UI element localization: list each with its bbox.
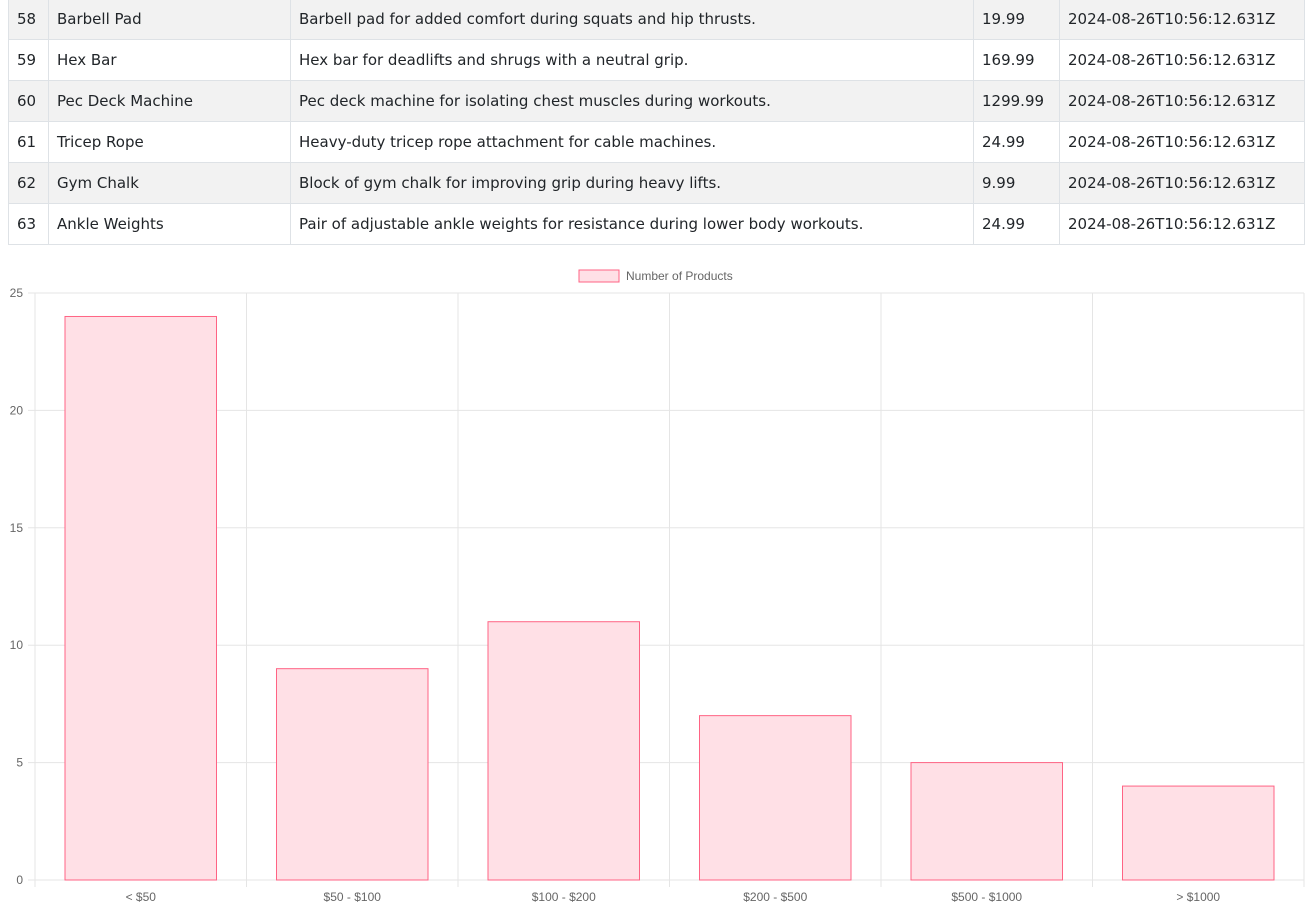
cell-description: Barbell pad for added comfort during squ… — [290, 0, 974, 40]
bar — [487, 621, 640, 881]
y-tick-label: 25 — [10, 286, 24, 300]
cell-description: Block of gym chalk for improving grip du… — [290, 162, 974, 204]
legend-label: Number of Products — [626, 269, 733, 283]
cell-id: 61 — [8, 121, 49, 163]
bar — [64, 315, 217, 881]
products-table: 58 Barbell Pad Barbell pad for added comfo… — [8, 0, 1305, 245]
bar-chart-svg: 0 5 10 15 20 25 < $50 $50 - $100 $100 - $200 $200… — [10, 269, 1305, 904]
table-row: 59 Hex Bar Hex bar for deadlifts and shrug… — [8, 39, 1305, 81]
y-tick-label: 5 — [16, 756, 23, 770]
x-tick-label: $500 - $1000 — [951, 890, 1022, 904]
table-row: 62 Gym Chalk Block of gym chalk for improv… — [8, 162, 1305, 204]
cell-description: Hex bar for deadlifts and shrugs with a … — [290, 39, 974, 81]
cell-price: 1299.99 — [973, 80, 1060, 122]
x-tick-label: $50 - $100 — [324, 890, 382, 904]
legend-swatch — [578, 269, 620, 283]
y-tick-label: 20 — [10, 403, 24, 417]
table-row: 58 Barbell Pad Barbell pad for added comfo… — [8, 0, 1305, 40]
table-row: 63 Ankle Weights Pair of adjustable ankle … — [8, 203, 1305, 245]
y-tick-label: 10 — [10, 638, 24, 652]
y-tick-label: 0 — [16, 873, 23, 887]
cell-id: 59 — [8, 39, 49, 81]
cell-id: 60 — [8, 80, 49, 122]
cell-created-at: 2024-08-26T10:56:12.631Z — [1059, 80, 1305, 122]
cell-price: 19.99 — [973, 0, 1060, 40]
bar — [910, 762, 1063, 881]
cell-price: 24.99 — [973, 121, 1060, 163]
cell-id: 63 — [8, 203, 49, 245]
bar — [276, 668, 429, 881]
products-table-body: 58 Barbell Pad Barbell pad for added comfo… — [8, 0, 1305, 245]
x-tick-label: $200 - $500 — [743, 890, 807, 904]
cell-id: 62 — [8, 162, 49, 204]
bar — [699, 715, 852, 881]
x-tick-label: > $1000 — [1176, 890, 1220, 904]
table-row: 60 Pec Deck Machine Pec deck machine for i… — [8, 80, 1305, 122]
cell-name: Ankle Weights — [48, 203, 291, 245]
cell-name: Hex Bar — [48, 39, 291, 81]
x-tick-label: $100 - $200 — [532, 890, 596, 904]
cell-created-at: 2024-08-26T10:56:12.631Z — [1059, 0, 1305, 40]
price-range-chart: 0 5 10 15 20 25 < $50 $50 - $100 $100 - $200 $200… — [0, 258, 1309, 907]
cell-id: 58 — [8, 0, 49, 40]
cell-created-at: 2024-08-26T10:56:12.631Z — [1059, 203, 1305, 245]
cell-description: Heavy-duty tricep rope attachment for ca… — [290, 121, 974, 163]
cell-created-at: 2024-08-26T10:56:12.631Z — [1059, 121, 1305, 163]
x-tick-label: < $50 — [126, 890, 157, 904]
bar — [1122, 785, 1275, 881]
cell-price: 9.99 — [973, 162, 1060, 204]
cell-price: 169.99 — [973, 39, 1060, 81]
cell-name: Gym Chalk — [48, 162, 291, 204]
cell-name: Barbell Pad — [48, 0, 291, 40]
cell-name: Pec Deck Machine — [48, 80, 291, 122]
y-tick-label: 15 — [10, 521, 24, 535]
cell-description: Pair of adjustable ankle weights for res… — [290, 203, 974, 245]
cell-price: 24.99 — [973, 203, 1060, 245]
cell-description: Pec deck machine for isolating chest mus… — [290, 80, 974, 122]
cell-name: Tricep Rope — [48, 121, 291, 163]
cell-created-at: 2024-08-26T10:56:12.631Z — [1059, 39, 1305, 81]
table-row: 61 Tricep Rope Heavy-duty tricep rope atta… — [8, 121, 1305, 163]
cell-created-at: 2024-08-26T10:56:12.631Z — [1059, 162, 1305, 204]
